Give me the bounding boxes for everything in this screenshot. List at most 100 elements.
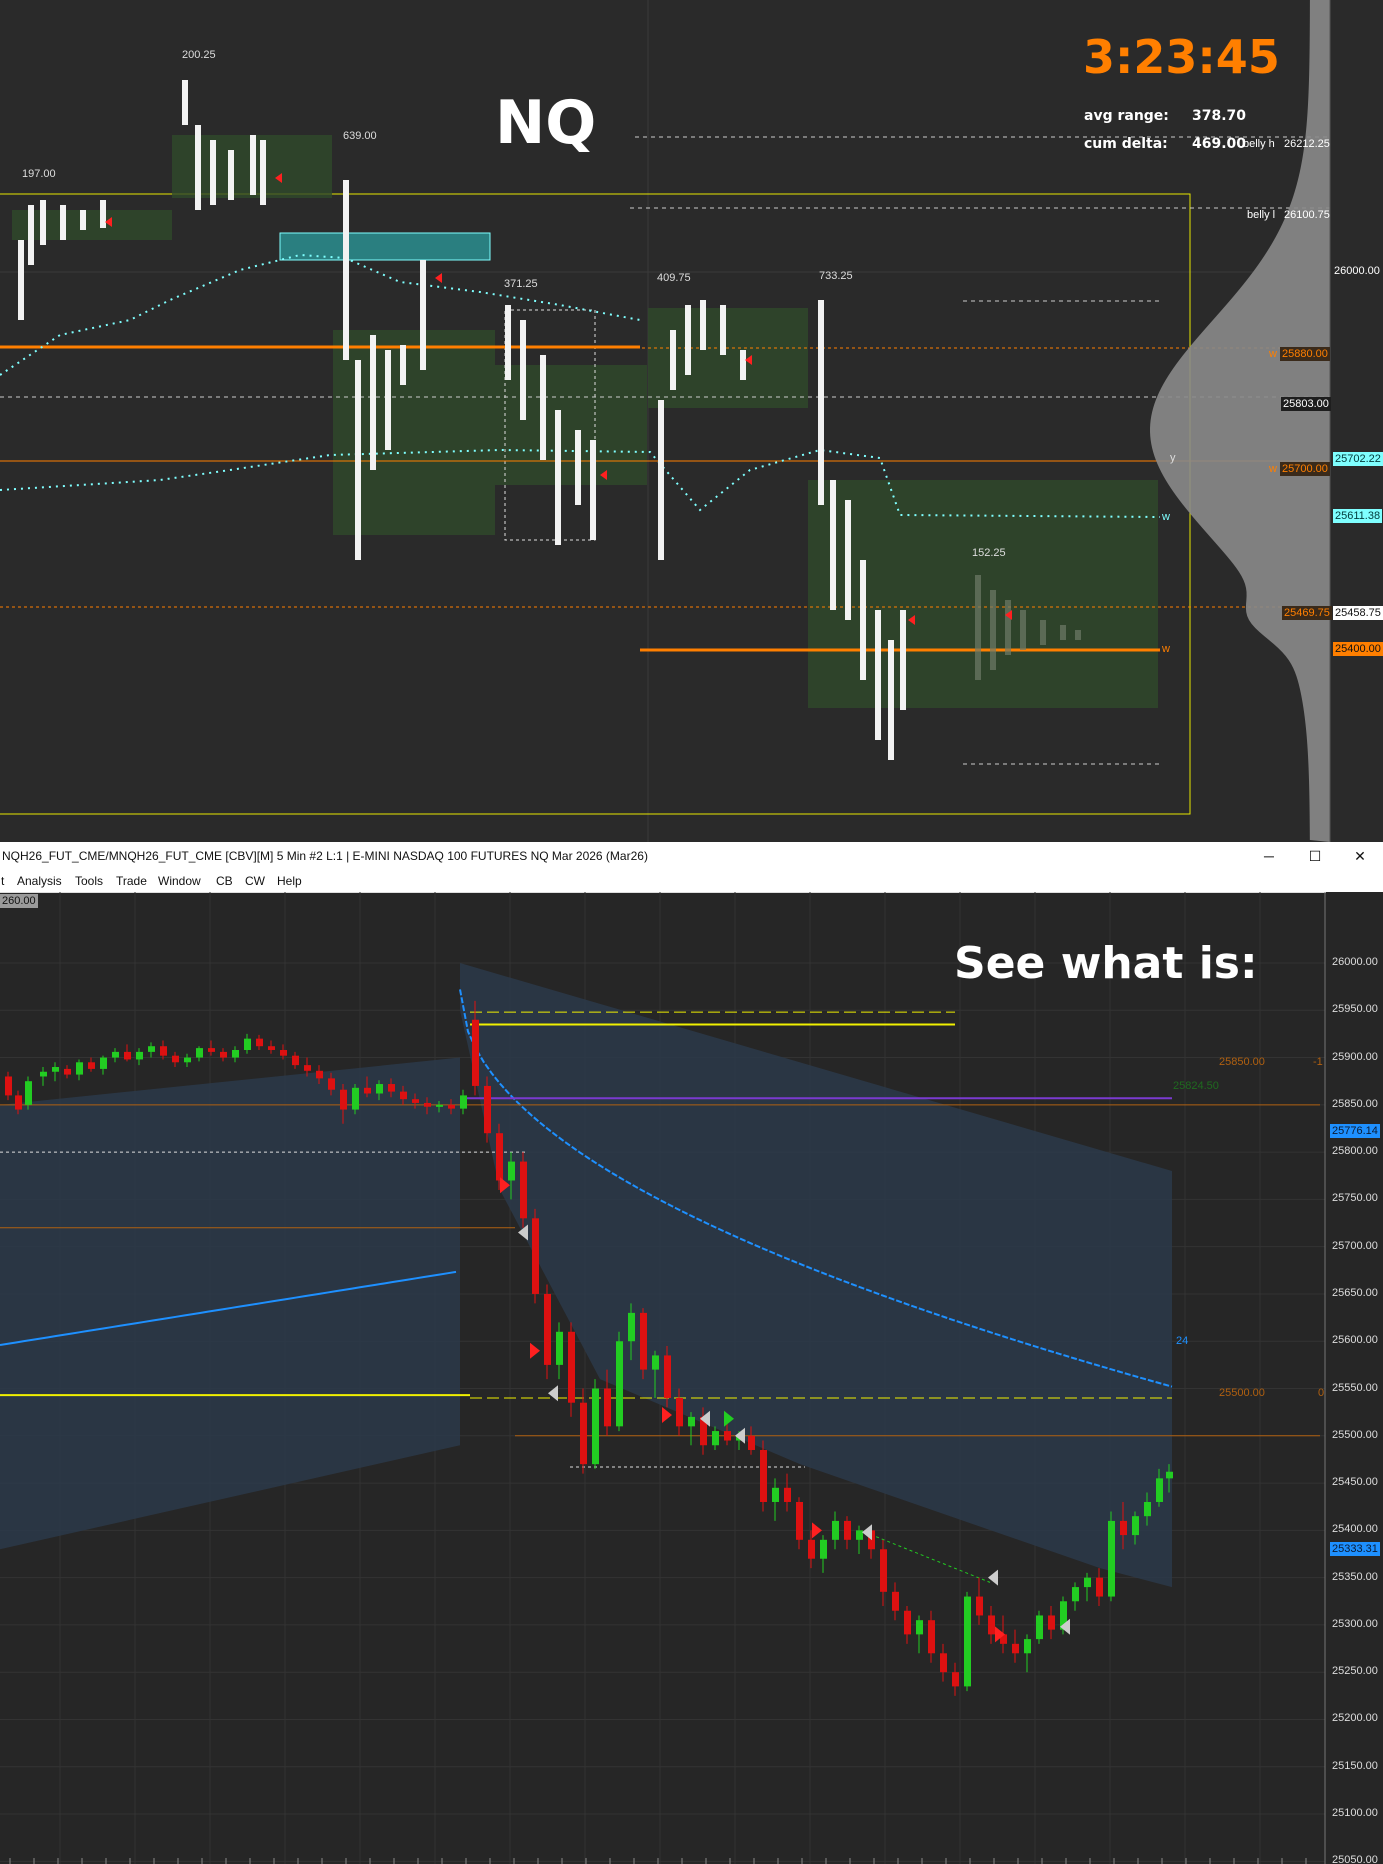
footprint-column — [670, 330, 676, 390]
deviation-band — [460, 963, 1172, 1588]
level-label: 25500.00 — [1219, 1387, 1265, 1399]
candle-body — [664, 1355, 671, 1398]
menu-item-window[interactable]: Window — [158, 874, 201, 888]
candle-body — [940, 1653, 947, 1673]
level-price-box: 25458.75 — [1333, 606, 1383, 620]
candle-body — [124, 1051, 131, 1060]
footprint-column — [370, 335, 376, 470]
candle-body — [1024, 1639, 1031, 1654]
belly-h-label: belly h — [1243, 138, 1275, 150]
menu-item-cb[interactable]: CB — [216, 874, 233, 888]
y-axis-tick-label: 25750.00 — [1332, 1192, 1378, 1205]
candle-body — [88, 1062, 95, 1069]
candlestick-chart[interactable] — [0, 892, 1383, 1864]
bar-label: 152.25 — [972, 547, 1006, 559]
candle-body — [484, 1085, 491, 1134]
y-axis-tick-label: 26000.00 — [1332, 956, 1378, 968]
candle-body — [832, 1520, 839, 1540]
candle-body — [952, 1672, 959, 1687]
candle-body — [784, 1487, 791, 1502]
volume-profile — [1150, 0, 1330, 842]
avg-range-value: 378.70 — [1192, 108, 1247, 124]
candle-body — [25, 1081, 32, 1105]
candle-body — [184, 1057, 191, 1063]
candle-body — [520, 1161, 527, 1219]
footprint-column — [80, 210, 86, 230]
candle-body — [1166, 1471, 1173, 1479]
signal-marker — [988, 1569, 998, 1586]
candle-body — [64, 1068, 71, 1075]
candle-body — [724, 1431, 731, 1441]
annotation-text: See what is: — [954, 938, 1258, 989]
menu-item-help[interactable]: Help — [277, 874, 302, 888]
footprint-column — [540, 355, 546, 460]
signal-marker — [548, 1385, 558, 1402]
candle-body — [5, 1076, 12, 1096]
candle-body — [844, 1520, 851, 1540]
footprint-column — [900, 610, 906, 710]
window-titlebar[interactable]: NQH26_FUT_CME/MNQH26_FUT_CME [CBV][M] 5 … — [0, 842, 1383, 870]
candle-body — [232, 1049, 239, 1058]
candle-body — [280, 1049, 287, 1056]
footprint-column — [1060, 625, 1066, 640]
y-axis-tick-label: 25250.00 — [1332, 1665, 1378, 1678]
candle-body — [760, 1449, 767, 1502]
candle-body — [472, 1019, 479, 1086]
candle-body — [496, 1133, 503, 1181]
level-tag-w: w — [1269, 348, 1277, 360]
axis-label: 26000.00 — [1334, 265, 1380, 277]
menu-bar: t Analysis Tools Trade Window CB CW Help — [0, 870, 1383, 893]
value-area-zone — [12, 210, 172, 240]
candle-body — [148, 1046, 155, 1052]
menu-item-cw[interactable]: CW — [245, 874, 265, 888]
signal-marker — [662, 1406, 672, 1423]
candle-body — [640, 1312, 647, 1370]
candle-body — [712, 1431, 719, 1446]
y-axis-tick-label: 25100.00 — [1332, 1807, 1378, 1820]
y-axis-tick-label: 25550.00 — [1332, 1381, 1378, 1394]
candle-body — [244, 1038, 251, 1050]
candle-body — [904, 1610, 911, 1635]
footprint-column — [40, 200, 46, 245]
candle-body — [856, 1530, 863, 1540]
footprint-column — [875, 610, 881, 740]
candle-body — [340, 1089, 347, 1110]
candle-body — [328, 1078, 335, 1090]
belly-l-value: 26100.75 — [1284, 209, 1330, 221]
footprint-column — [260, 140, 266, 205]
footprint-column — [685, 305, 691, 375]
bar-label: 371.25 — [504, 278, 538, 290]
candle-body — [460, 1095, 467, 1109]
footprint-column — [343, 180, 349, 360]
maximize-icon[interactable]: ☐ — [1292, 842, 1338, 870]
candle-body — [424, 1102, 431, 1107]
close-icon[interactable]: ✕ — [1337, 842, 1383, 870]
menu-item-tools[interactable]: Tools — [75, 874, 103, 888]
footprint-column — [195, 125, 201, 210]
footprint-column — [720, 305, 726, 355]
candle-body — [220, 1051, 227, 1058]
candle-body — [316, 1070, 323, 1079]
candle-body — [1132, 1516, 1139, 1536]
footprint-column — [28, 205, 34, 265]
footprint-column — [1005, 600, 1011, 655]
top-chart-pane: NQ 3:23:45 avg range: 378.70 cum delta: … — [0, 0, 1383, 842]
candle-body — [676, 1397, 683, 1427]
candle-body — [208, 1048, 215, 1052]
minimize-icon[interactable]: ─ — [1246, 842, 1292, 870]
candle-body — [1144, 1501, 1151, 1517]
y-axis-tick-label: 25300.00 — [1332, 1617, 1378, 1630]
footprint-column — [590, 440, 596, 540]
menu-item-chart[interactable]: t — [1, 874, 4, 888]
value-area-zone — [495, 365, 647, 485]
candle-body — [448, 1104, 455, 1109]
cum-delta-value: 469.00 — [1192, 136, 1247, 152]
candle-body — [652, 1355, 659, 1370]
candle-body — [532, 1218, 539, 1294]
candle-body — [892, 1591, 899, 1611]
candle-body — [964, 1596, 971, 1687]
candle-body — [916, 1620, 923, 1635]
menu-item-trade[interactable]: Trade — [116, 874, 147, 888]
y-axis-tick-label: 25850.00 — [1332, 1097, 1378, 1110]
menu-item-analysis[interactable]: Analysis — [17, 874, 62, 888]
